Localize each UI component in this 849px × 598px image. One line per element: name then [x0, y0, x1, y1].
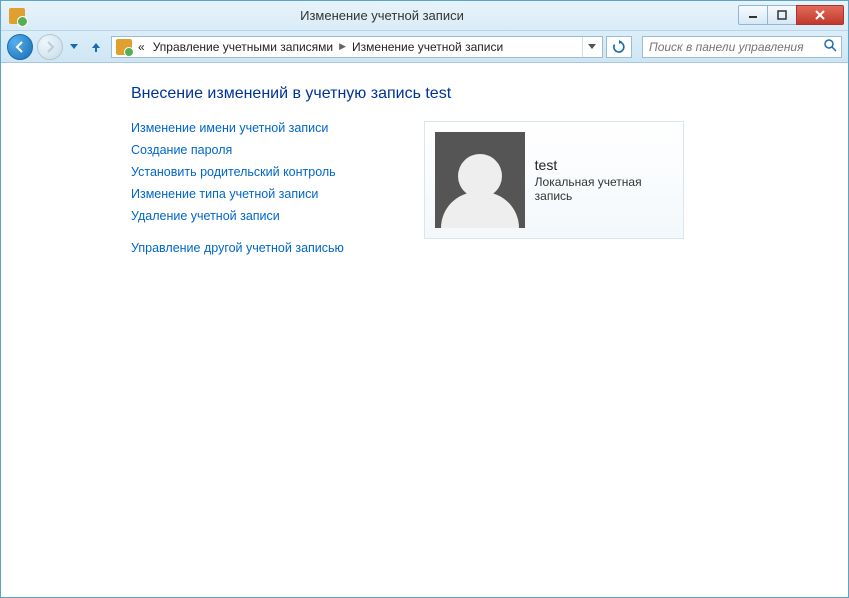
search-box[interactable]	[642, 36, 842, 58]
link-parental-control[interactable]: Установить родительский контроль	[131, 165, 344, 179]
up-button[interactable]	[85, 36, 107, 58]
minimize-icon	[748, 10, 758, 20]
breadcrumb-seg-1[interactable]: Управление учетными записями	[151, 40, 335, 54]
user-name: test	[535, 157, 673, 173]
arrow-right-icon	[43, 40, 57, 54]
app-icon	[9, 8, 25, 24]
page-heading: Внесение изменений в учетную запись test	[131, 85, 848, 103]
action-links: Изменение имени учетной записи Создание …	[131, 121, 344, 263]
link-delete-account[interactable]: Удаление учетной записи	[131, 209, 344, 223]
content-area: Внесение изменений в учетную запись test…	[1, 63, 848, 597]
arrow-left-icon	[13, 40, 27, 54]
avatar	[435, 132, 525, 228]
breadcrumb-seg-2[interactable]: Изменение учетной записи	[350, 40, 505, 54]
link-change-type[interactable]: Изменение типа учетной записи	[131, 187, 344, 201]
address-dropdown[interactable]	[582, 37, 600, 57]
refresh-button[interactable]	[606, 36, 632, 58]
breadcrumb-sep-icon: ▶	[339, 41, 346, 52]
maximize-icon	[777, 10, 787, 20]
link-manage-other[interactable]: Управление другой учетной записью	[131, 241, 344, 255]
user-card: test Локальная учетная запись	[424, 121, 684, 239]
users-icon	[116, 39, 132, 55]
search-input[interactable]	[647, 39, 823, 55]
refresh-icon	[612, 40, 626, 54]
link-create-password[interactable]: Создание пароля	[131, 143, 344, 157]
title-bar: Изменение учетной записи	[1, 1, 848, 31]
close-icon	[814, 10, 826, 20]
maximize-button[interactable]	[767, 5, 797, 25]
close-button[interactable]	[796, 5, 844, 25]
chevron-down-icon	[588, 44, 596, 50]
user-info: test Локальная учетная запись	[535, 157, 673, 203]
link-change-name[interactable]: Изменение имени учетной записи	[131, 121, 344, 135]
arrow-up-icon	[89, 40, 103, 54]
back-button[interactable]	[7, 34, 33, 60]
breadcrumb-chevrons: «	[136, 40, 147, 54]
minimize-button[interactable]	[738, 5, 768, 25]
user-type: Локальная учетная запись	[535, 175, 673, 203]
address-bar[interactable]: « Управление учетными записями ▶ Изменен…	[111, 36, 603, 58]
chevron-down-icon	[70, 44, 78, 50]
forward-button[interactable]	[37, 34, 63, 60]
window-title: Изменение учетной записи	[25, 8, 739, 23]
history-dropdown[interactable]	[67, 37, 81, 57]
search-icon[interactable]	[823, 38, 837, 55]
nav-bar: « Управление учетными записями ▶ Изменен…	[1, 31, 848, 63]
window-controls	[739, 5, 844, 27]
